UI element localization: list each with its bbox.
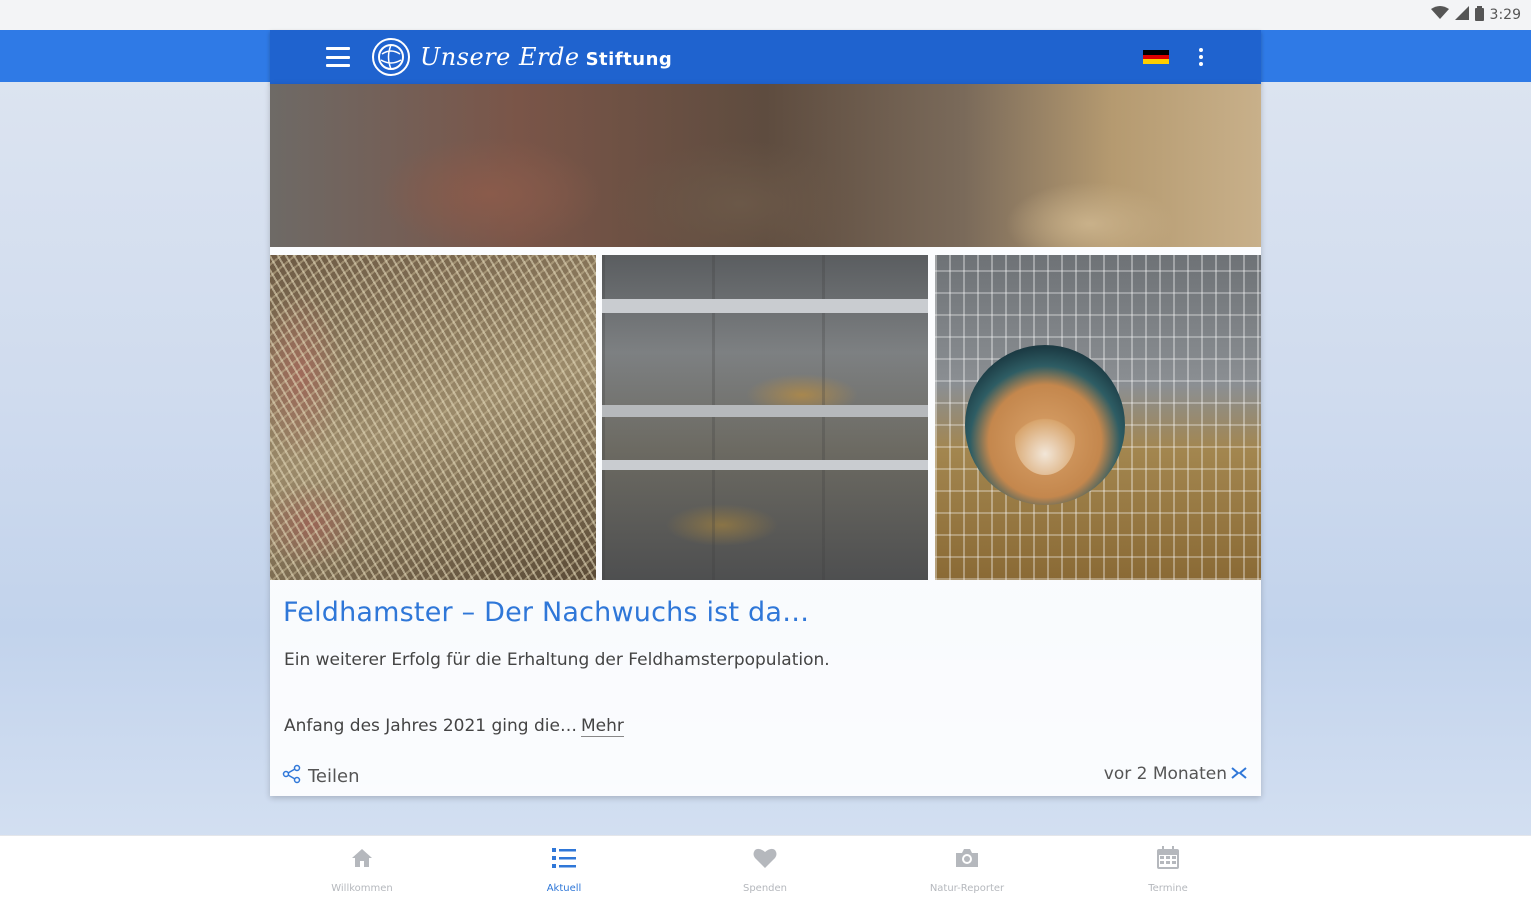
gallery-image-3[interactable] bbox=[935, 255, 1261, 580]
app-logo: Unsere Erde Stiftung bbox=[372, 38, 672, 76]
battery-icon bbox=[1474, 5, 1484, 25]
status-bar: 3:29 bbox=[0, 0, 1531, 30]
post-timestamp: vor 2 Monaten bbox=[1104, 764, 1247, 784]
list-icon bbox=[550, 844, 578, 877]
globe-logo-icon bbox=[372, 38, 410, 76]
share-button[interactable]: Teilen bbox=[282, 764, 360, 789]
nav-item-termine[interactable]: Termine bbox=[1113, 844, 1223, 894]
nav-item-willkommen[interactable]: Willkommen bbox=[307, 844, 417, 894]
cell-signal-icon bbox=[1454, 6, 1469, 24]
camera-icon bbox=[953, 844, 981, 877]
heart-icon bbox=[751, 844, 779, 877]
hamburger-menu-icon[interactable] bbox=[326, 47, 350, 67]
app-bar: Unsere Erde Stiftung bbox=[270, 30, 1261, 84]
german-flag-icon[interactable] bbox=[1143, 50, 1169, 65]
calendar-icon bbox=[1154, 844, 1182, 877]
hero-image[interactable] bbox=[270, 84, 1261, 247]
status-time: 3:29 bbox=[1489, 7, 1521, 23]
home-icon bbox=[348, 844, 376, 877]
news-card[interactable]: Feldhamster – Der Nachwuchs ist da… Ein … bbox=[270, 84, 1261, 796]
expand-icon[interactable] bbox=[1231, 764, 1247, 784]
logo-text: Unsere Erde Stiftung bbox=[420, 43, 673, 71]
post-excerpt-line2: Anfang des Jahres 2021 ging die… Mehr bbox=[284, 716, 624, 737]
gallery-image-2[interactable] bbox=[602, 255, 928, 580]
wifi-icon bbox=[1430, 6, 1449, 24]
post-excerpt-line1: Ein weiterer Erfolg für die Erhaltung de… bbox=[284, 650, 830, 670]
share-icon bbox=[282, 764, 302, 789]
more-link[interactable]: Mehr bbox=[580, 716, 624, 737]
nav-item-aktuell[interactable]: Aktuell bbox=[509, 844, 619, 894]
overflow-menu-icon[interactable] bbox=[1199, 48, 1203, 66]
nav-item-natur-reporter[interactable]: Natur-Reporter bbox=[912, 844, 1022, 894]
bottom-navigation: Willkommen Aktuell Spenden Natur-Reporte… bbox=[0, 835, 1531, 900]
nav-item-spenden[interactable]: Spenden bbox=[710, 844, 820, 894]
hamster-photo bbox=[965, 345, 1125, 505]
post-title[interactable]: Feldhamster – Der Nachwuchs ist da… bbox=[283, 597, 809, 628]
gallery-image-1[interactable] bbox=[270, 255, 596, 580]
